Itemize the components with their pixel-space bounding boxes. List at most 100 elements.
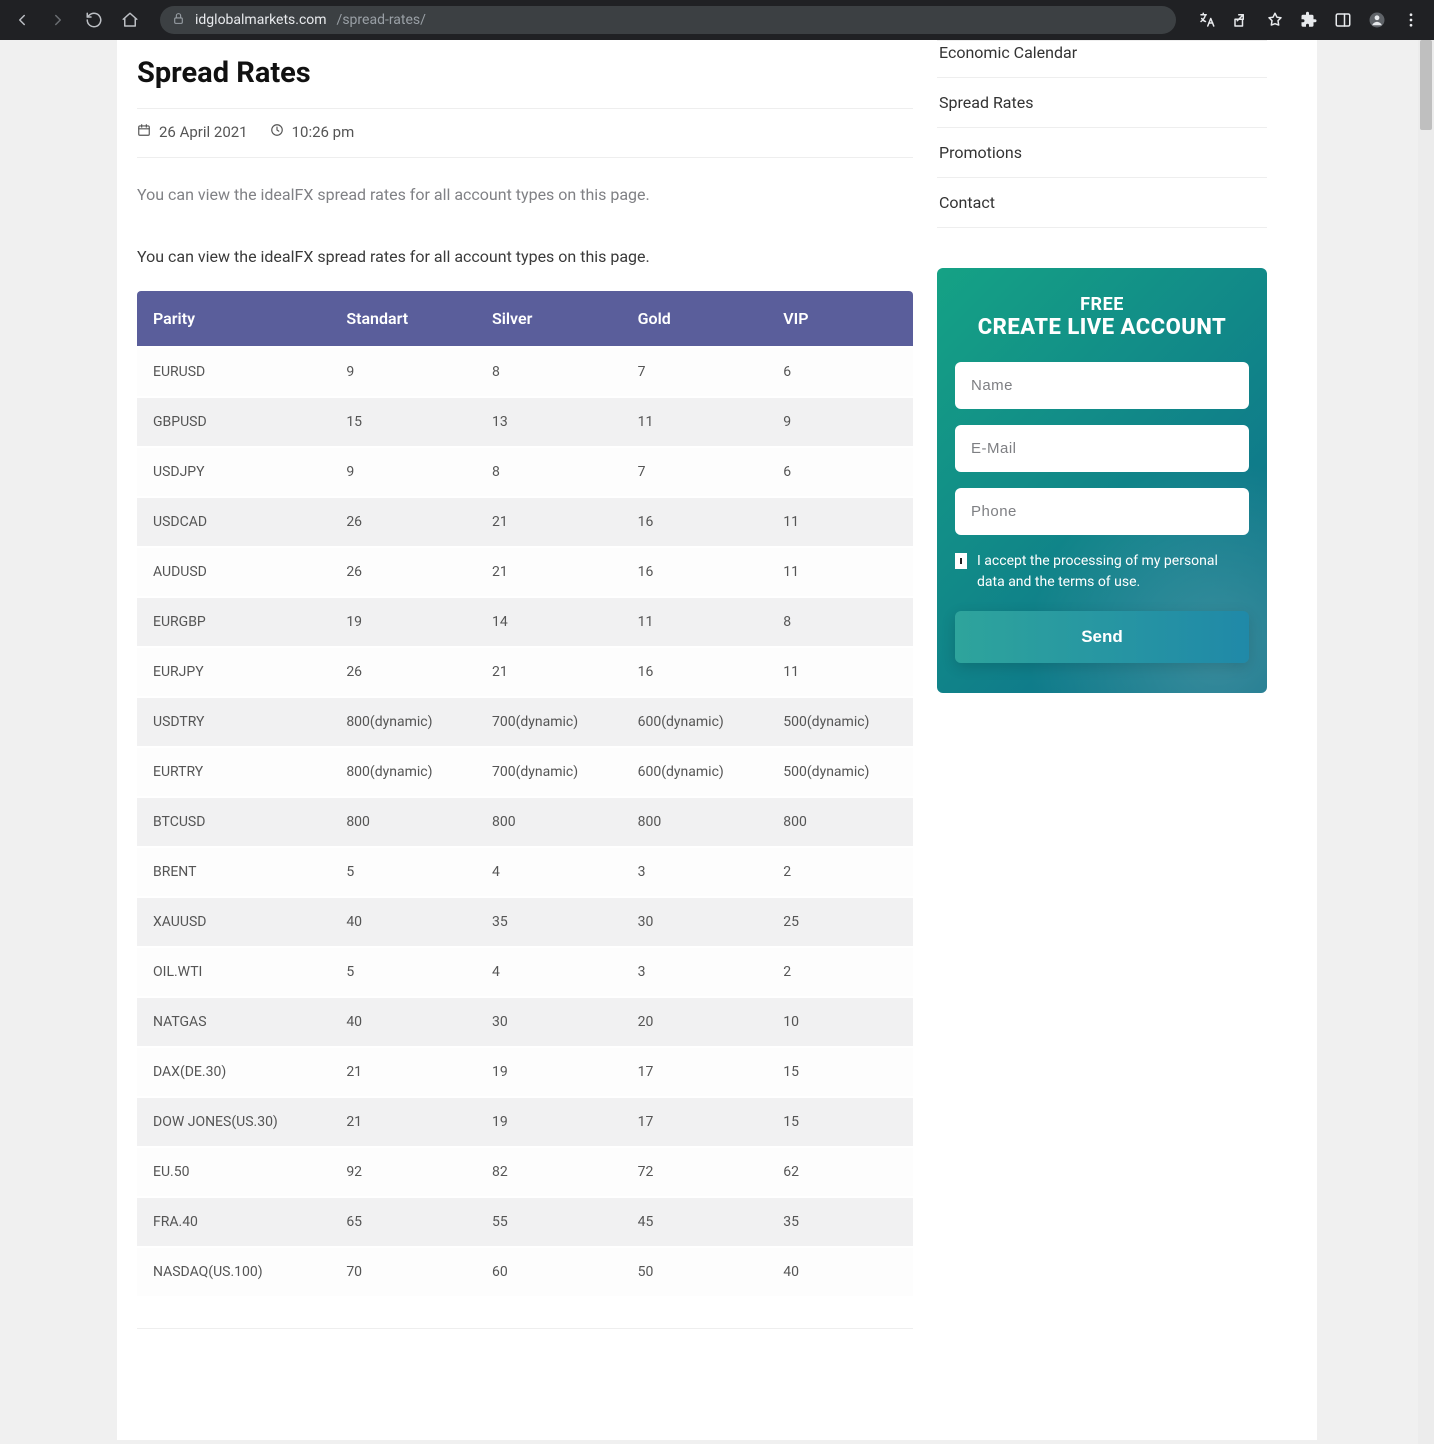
url-host: idglobalmarkets.com xyxy=(195,12,327,28)
star-icon[interactable] xyxy=(1260,6,1290,34)
table-row: BRENT5432 xyxy=(137,848,913,896)
table-cell: 700(dynamic) xyxy=(476,698,622,746)
table-row: OIL.WTI5432 xyxy=(137,948,913,996)
th-silver: Silver xyxy=(476,291,622,346)
translate-icon[interactable] xyxy=(1192,6,1222,34)
reload-icon[interactable] xyxy=(80,6,108,34)
table-cell: 11 xyxy=(767,648,913,696)
sidebar-item[interactable]: Spread Rates xyxy=(937,78,1267,128)
table-cell: AUDUSD xyxy=(137,548,330,596)
scrollbar[interactable] xyxy=(1418,40,1434,1444)
table-cell: XAUUSD xyxy=(137,898,330,946)
sidebar-item[interactable]: Contact xyxy=(937,178,1267,228)
url-bar[interactable]: idglobalmarkets.com/spread-rates/ xyxy=(160,6,1176,34)
post-date: 26 April 2021 xyxy=(137,123,248,141)
back-icon[interactable] xyxy=(8,6,36,34)
table-row: USDCAD26211611 xyxy=(137,498,913,546)
table-cell: 20 xyxy=(622,998,768,1046)
table-cell: 800(dynamic) xyxy=(330,748,476,796)
table-cell: 35 xyxy=(476,898,622,946)
consent-text: I accept the processing of my personal d… xyxy=(977,551,1249,593)
table-cell: 45 xyxy=(622,1198,768,1246)
table-cell: 72 xyxy=(622,1148,768,1196)
table-cell: OIL.WTI xyxy=(137,948,330,996)
table-cell: EU.50 xyxy=(137,1148,330,1196)
cta-title: CREATE LIVE ACCOUNT xyxy=(955,315,1249,340)
table-row: EURUSD9876 xyxy=(137,348,913,396)
send-button[interactable]: Send xyxy=(955,611,1249,663)
table-cell: 5 xyxy=(330,848,476,896)
table-cell: 16 xyxy=(622,498,768,546)
sidebar-item[interactable]: Promotions xyxy=(937,128,1267,178)
body-intro: You can view the idealFX spread rates fo… xyxy=(137,220,913,290)
meta-row: 26 April 2021 10:26 pm xyxy=(137,109,913,158)
table-cell: 21 xyxy=(330,1048,476,1096)
table-cell: 17 xyxy=(622,1098,768,1146)
table-cell: 26 xyxy=(330,498,476,546)
table-cell: 50 xyxy=(622,1248,768,1296)
forward-icon[interactable] xyxy=(44,6,72,34)
extensions-icon[interactable] xyxy=(1294,6,1324,34)
email-input[interactable] xyxy=(955,425,1249,472)
lead-text: You can view the idealFX spread rates fo… xyxy=(137,158,913,220)
table-row: XAUUSD40353025 xyxy=(137,898,913,946)
table-cell: 600(dynamic) xyxy=(622,698,768,746)
table-cell: 62 xyxy=(767,1148,913,1196)
menu-icon[interactable] xyxy=(1396,6,1426,34)
scrollbar-thumb[interactable] xyxy=(1420,40,1432,130)
table-cell: EURUSD xyxy=(137,348,330,396)
table-cell: 9 xyxy=(330,448,476,496)
table-cell: 40 xyxy=(330,898,476,946)
post-date-text: 26 April 2021 xyxy=(159,123,248,141)
sidebar-item[interactable]: Economic Calendar xyxy=(937,41,1267,78)
table-cell: 11 xyxy=(767,548,913,596)
table-cell: 21 xyxy=(476,498,622,546)
table-cell: 26 xyxy=(330,548,476,596)
table-row: NASDAQ(US.100)70605040 xyxy=(137,1248,913,1296)
table-row: DAX(DE.30)21191715 xyxy=(137,1048,913,1096)
consent-row: I accept the processing of my personal d… xyxy=(955,551,1249,593)
divider xyxy=(137,1328,913,1329)
table-cell: 15 xyxy=(767,1098,913,1146)
table-row: DOW JONES(US.30)21191715 xyxy=(137,1098,913,1146)
table-cell: 2 xyxy=(767,948,913,996)
th-gold: Gold xyxy=(622,291,768,346)
table-cell: 92 xyxy=(330,1148,476,1196)
th-standart: Standart xyxy=(330,291,476,346)
table-cell: USDCAD xyxy=(137,498,330,546)
table-row: EURGBP1914118 xyxy=(137,598,913,646)
table-cell: 19 xyxy=(476,1098,622,1146)
share-icon[interactable] xyxy=(1226,6,1256,34)
table-cell: 35 xyxy=(767,1198,913,1246)
profile-icon[interactable] xyxy=(1362,6,1392,34)
table-cell: 21 xyxy=(476,648,622,696)
panel-icon[interactable] xyxy=(1328,6,1358,34)
browser-toolbar: idglobalmarkets.com/spread-rates/ xyxy=(0,0,1434,40)
home-icon[interactable] xyxy=(116,6,144,34)
table-row: FRA.4065554535 xyxy=(137,1198,913,1246)
table-cell: 11 xyxy=(622,598,768,646)
table-cell: 13 xyxy=(476,398,622,446)
table-cell: 30 xyxy=(476,998,622,1046)
table-cell: 800(dynamic) xyxy=(330,698,476,746)
table-cell: 6 xyxy=(767,348,913,396)
sidebar-nav: Economic CalendarSpread RatesPromotionsC… xyxy=(937,40,1267,228)
table-cell: 19 xyxy=(476,1048,622,1096)
table-cell: 8 xyxy=(767,598,913,646)
table-row: NATGAS40302010 xyxy=(137,998,913,1046)
table-cell: 700(dynamic) xyxy=(476,748,622,796)
consent-checkbox[interactable] xyxy=(955,553,967,569)
table-cell: 8 xyxy=(476,448,622,496)
url-path: /spread-rates/ xyxy=(337,12,426,28)
table-cell: 800 xyxy=(622,798,768,846)
table-cell: 16 xyxy=(622,548,768,596)
table-cell: 25 xyxy=(767,898,913,946)
table-cell: 3 xyxy=(622,948,768,996)
table-cell: 17 xyxy=(622,1048,768,1096)
chrome-actions xyxy=(1192,6,1426,34)
table-cell: 55 xyxy=(476,1198,622,1246)
table-row: USDJPY9876 xyxy=(137,448,913,496)
calendar-icon xyxy=(137,123,151,141)
phone-input[interactable] xyxy=(955,488,1249,535)
name-input[interactable] xyxy=(955,362,1249,409)
